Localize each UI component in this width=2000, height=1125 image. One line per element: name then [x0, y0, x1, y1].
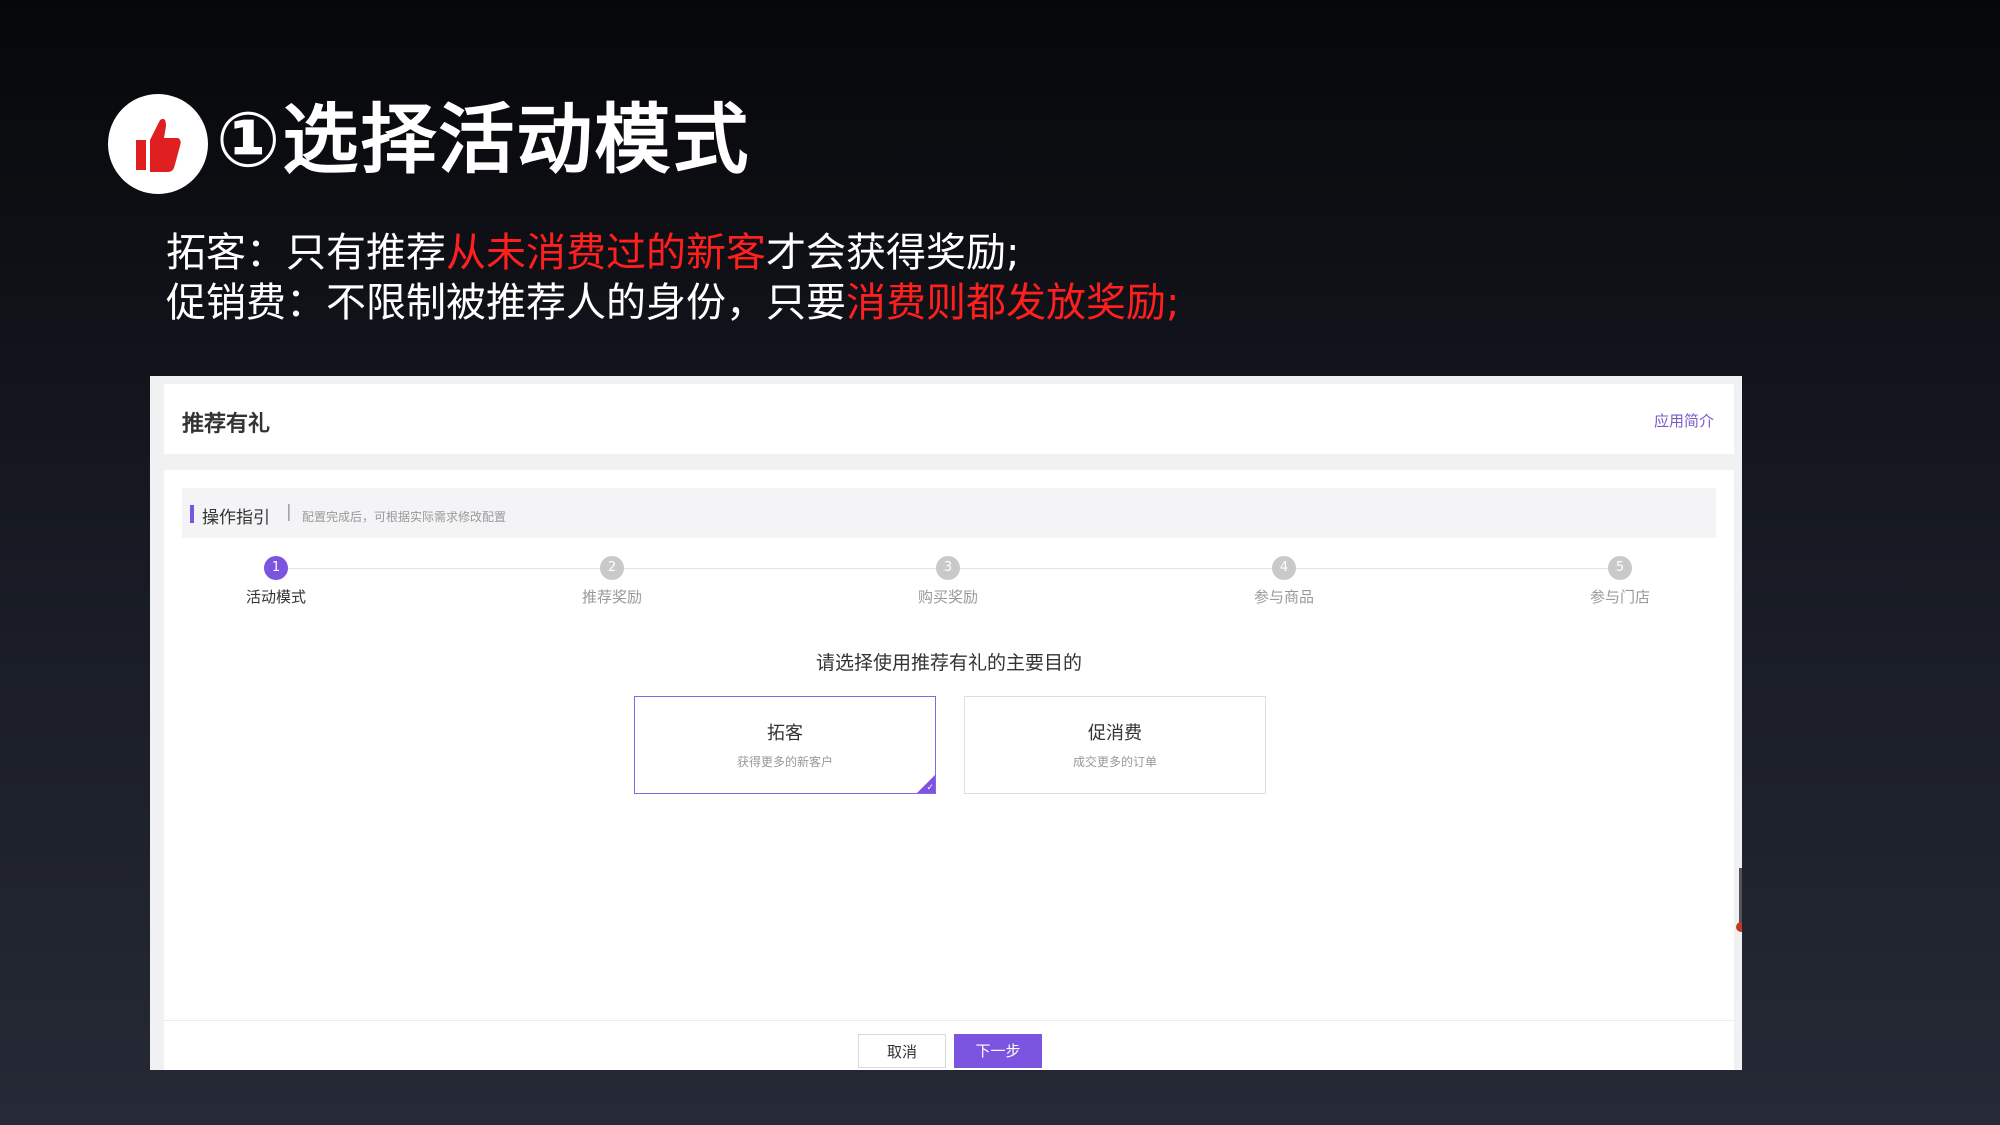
app-screenshot: 推荐有礼 应用简介 操作指引 | 配置完成后，可根据实际需求修改配置 1 活动模…: [150, 376, 1742, 1070]
app-intro-link[interactable]: 应用简介: [1654, 410, 1714, 431]
step-label: 参与商品: [1253, 588, 1314, 606]
card-title: 促消费: [1088, 723, 1142, 744]
app-header: 推荐有礼 应用简介: [164, 384, 1734, 454]
step-label: 推荐奖励: [581, 588, 642, 606]
mode-card-tuoke[interactable]: 拓客 获得更多的新客户 ✓: [634, 696, 936, 794]
purpose-question: 请选择使用推荐有礼的主要目的: [815, 652, 1082, 674]
slide-title: ①选择活动模式: [216, 95, 751, 184]
step-number: 2: [600, 556, 624, 580]
step-number: 5: [1608, 556, 1632, 580]
guide-hint: 配置完成后，可根据实际需求修改配置: [302, 510, 507, 524]
step-label: 活动模式: [245, 588, 306, 606]
description-line-2: 促销费：不限制被推荐人的身份，只要消费则都发放奖励;: [166, 280, 1180, 326]
guide-bar: 操作指引 | 配置完成后，可根据实际需求修改配置: [182, 488, 1716, 538]
wizard-panel: 操作指引 | 配置完成后，可根据实际需求修改配置 1 活动模式 2 推荐奖励 3…: [164, 470, 1734, 1070]
next-step-button[interactable]: 下一步: [954, 1034, 1042, 1068]
step-label: 参与门店: [1589, 588, 1650, 606]
footer-divider: [164, 1020, 1734, 1021]
app-title: 推荐有礼: [182, 412, 271, 437]
scrollbar[interactable]: [1739, 868, 1742, 928]
cancel-button[interactable]: 取消: [858, 1034, 946, 1068]
guide-accent-bar: [190, 505, 194, 523]
step-5[interactable]: 5 参与门店: [1560, 556, 1680, 607]
step-2[interactable]: 2 推荐奖励: [552, 556, 672, 607]
check-icon: ✓: [926, 783, 934, 793]
scroll-marker-icon: [1736, 922, 1742, 932]
step-number: 3: [936, 556, 960, 580]
card-subtitle: 获得更多的新客户: [736, 755, 833, 769]
step-1[interactable]: 1 活动模式: [216, 556, 336, 607]
card-subtitle: 成交更多的订单: [1072, 755, 1157, 769]
guide-separator: |: [286, 502, 292, 522]
step-4[interactable]: 4 参与商品: [1224, 556, 1344, 607]
description-line-1: 拓客：只有推荐从未消费过的新客才会获得奖励;: [166, 230, 1020, 276]
step-3[interactable]: 3 购买奖励: [888, 556, 1008, 607]
thumbs-up-icon: [108, 94, 208, 194]
card-title: 拓客: [767, 723, 803, 744]
mode-card-cuxiaofei[interactable]: 促消费 成交更多的订单: [964, 696, 1266, 794]
guide-title: 操作指引: [202, 508, 270, 528]
step-progress: 1 活动模式 2 推荐奖励 3 购买奖励 4 参与商品 5 参与门店: [164, 556, 1734, 616]
step-number: 1: [264, 556, 288, 580]
description: 拓客：只有推荐从未消费过的新客才会获得奖励; 促销费：不限制被推荐人的身份，只要…: [166, 228, 1179, 328]
step-number: 4: [1272, 556, 1296, 580]
step-label: 购买奖励: [917, 588, 978, 606]
